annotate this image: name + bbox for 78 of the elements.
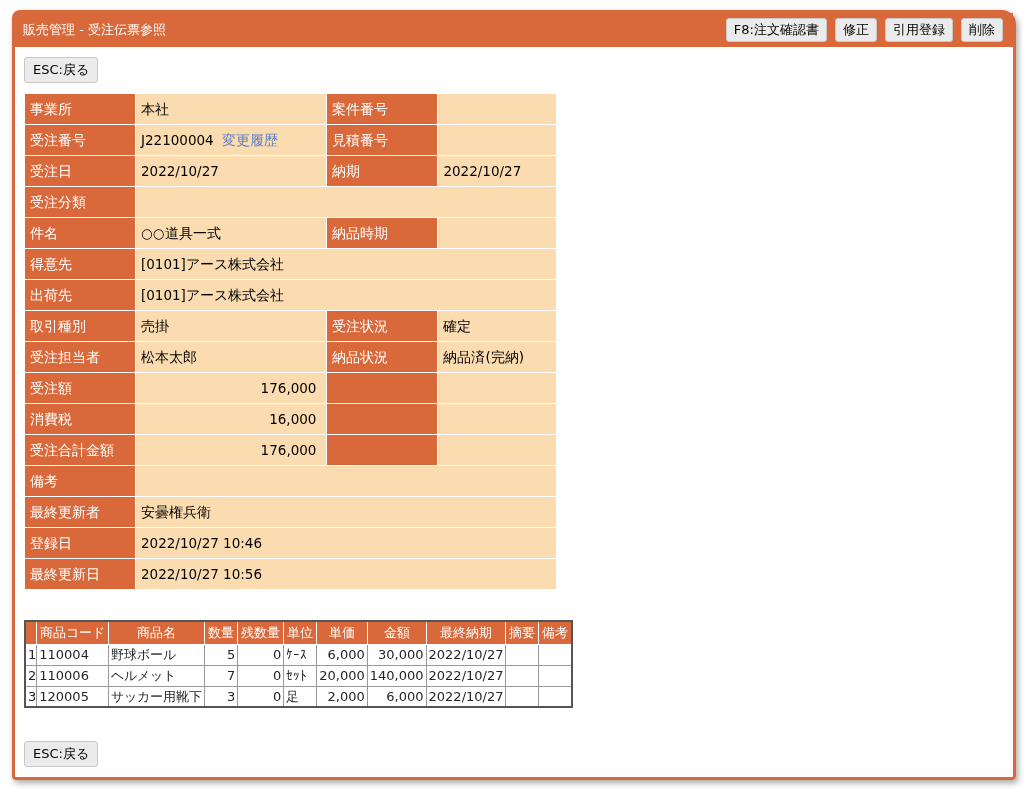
column-header: 備考 (539, 621, 573, 644)
field-value: ○○道具一式 (136, 218, 327, 248)
table-cell: ｾｯﾄ (283, 665, 317, 686)
table-cell: 30,000 (367, 644, 427, 665)
table-cell: 110004 (36, 644, 109, 665)
field-value: 2022/10/27 10:56 (136, 559, 556, 589)
column-header: 摘要 (506, 621, 539, 644)
table-cell: 140,000 (367, 665, 427, 686)
field-label: 受注額 (25, 373, 135, 403)
field-value: 松本太郎 (136, 342, 327, 372)
column-header: 金額 (367, 621, 427, 644)
column-header: 商品名 (108, 621, 205, 644)
field-label: 件名 (25, 218, 135, 248)
column-header (25, 621, 37, 644)
column-header: 残数量 (237, 621, 284, 644)
table-cell: 2022/10/27 (426, 665, 506, 686)
field-label: 受注分類 (25, 187, 135, 217)
field-label: 事業所 (25, 94, 135, 124)
table-cell: 足 (283, 686, 317, 707)
table-cell: 6,000 (316, 644, 368, 665)
table-cell: 20,000 (316, 665, 368, 686)
field-label: 納品時期 (327, 218, 438, 248)
field-label: 登録日 (25, 528, 135, 558)
field-value: 2022/10/27 10:46 (136, 528, 556, 558)
table-cell: 1 (25, 644, 37, 665)
field-label: 得意先 (25, 249, 135, 279)
table-cell: 7 (204, 665, 238, 686)
table-cell: 0 (237, 665, 284, 686)
back-button[interactable]: ESC:戻る (24, 741, 98, 767)
field-label: 取引種別 (25, 311, 135, 341)
table-cell: 2022/10/27 (426, 644, 506, 665)
field-label: 受注状況 (327, 311, 438, 341)
table-cell: 2022/10/27 (426, 686, 506, 707)
table-cell: 2 (25, 665, 37, 686)
field-value: 176,000 (136, 435, 327, 465)
field-label: 受注日 (25, 156, 135, 186)
field-value: 安曇権兵衛 (136, 497, 556, 527)
table-cell: サッカー用靴下 (108, 686, 205, 707)
field-label: 案件番号 (327, 94, 438, 124)
toolbar-button[interactable]: 引用登録 (885, 18, 953, 42)
table-cell: ヘルメット (108, 665, 205, 686)
field-label: 出荷先 (25, 280, 135, 310)
back-button[interactable]: ESC:戻る (24, 57, 98, 83)
field-label: 受注合計金額 (25, 435, 135, 465)
toolbar-button[interactable]: 修正 (835, 18, 877, 42)
column-header: 単位 (283, 621, 317, 644)
column-header: 商品コード (36, 621, 109, 644)
field-value: 176,000 (136, 373, 327, 403)
field-label: 納期 (327, 156, 438, 186)
table-cell: 110006 (36, 665, 109, 686)
table-cell: ｹｰｽ (283, 644, 317, 665)
field-value: [0101]アース株式会社 (136, 249, 556, 279)
field-label: 消費税 (25, 404, 135, 434)
toolbar-button[interactable]: 削除 (961, 18, 1003, 42)
field-label: 納品状況 (327, 342, 438, 372)
field-label: 受注番号 (25, 125, 135, 155)
table-cell: 5 (204, 644, 238, 665)
field-value: 納品済(完納) (438, 342, 556, 372)
table-cell: 野球ボール (108, 644, 205, 665)
field-value: 2022/10/27 (136, 156, 327, 186)
field-value: 16,000 (136, 404, 327, 434)
field-label: 備考 (25, 466, 135, 496)
toolbar-button[interactable]: F8:注文確認書 (725, 18, 827, 42)
column-header: 数量 (204, 621, 238, 644)
field-value: 本社 (136, 94, 327, 124)
field-label: 受注担当者 (25, 342, 135, 372)
field-value: [0101]アース株式会社 (136, 280, 556, 310)
column-header: 最終納期 (426, 621, 506, 644)
field-label: 最終更新者 (25, 497, 135, 527)
window-title: 販売管理 - 受注伝票参照 (23, 21, 166, 40)
field-label: 見積番号 (327, 125, 438, 155)
column-header: 単価 (316, 621, 368, 644)
field-value: 売掛 (136, 311, 327, 341)
field-value: J22100004 (141, 131, 214, 148)
field-value: 確定 (438, 311, 556, 341)
table-cell: 0 (237, 644, 284, 665)
field-value: 2022/10/27 (438, 156, 556, 186)
field-label: 最終更新日 (25, 559, 135, 589)
